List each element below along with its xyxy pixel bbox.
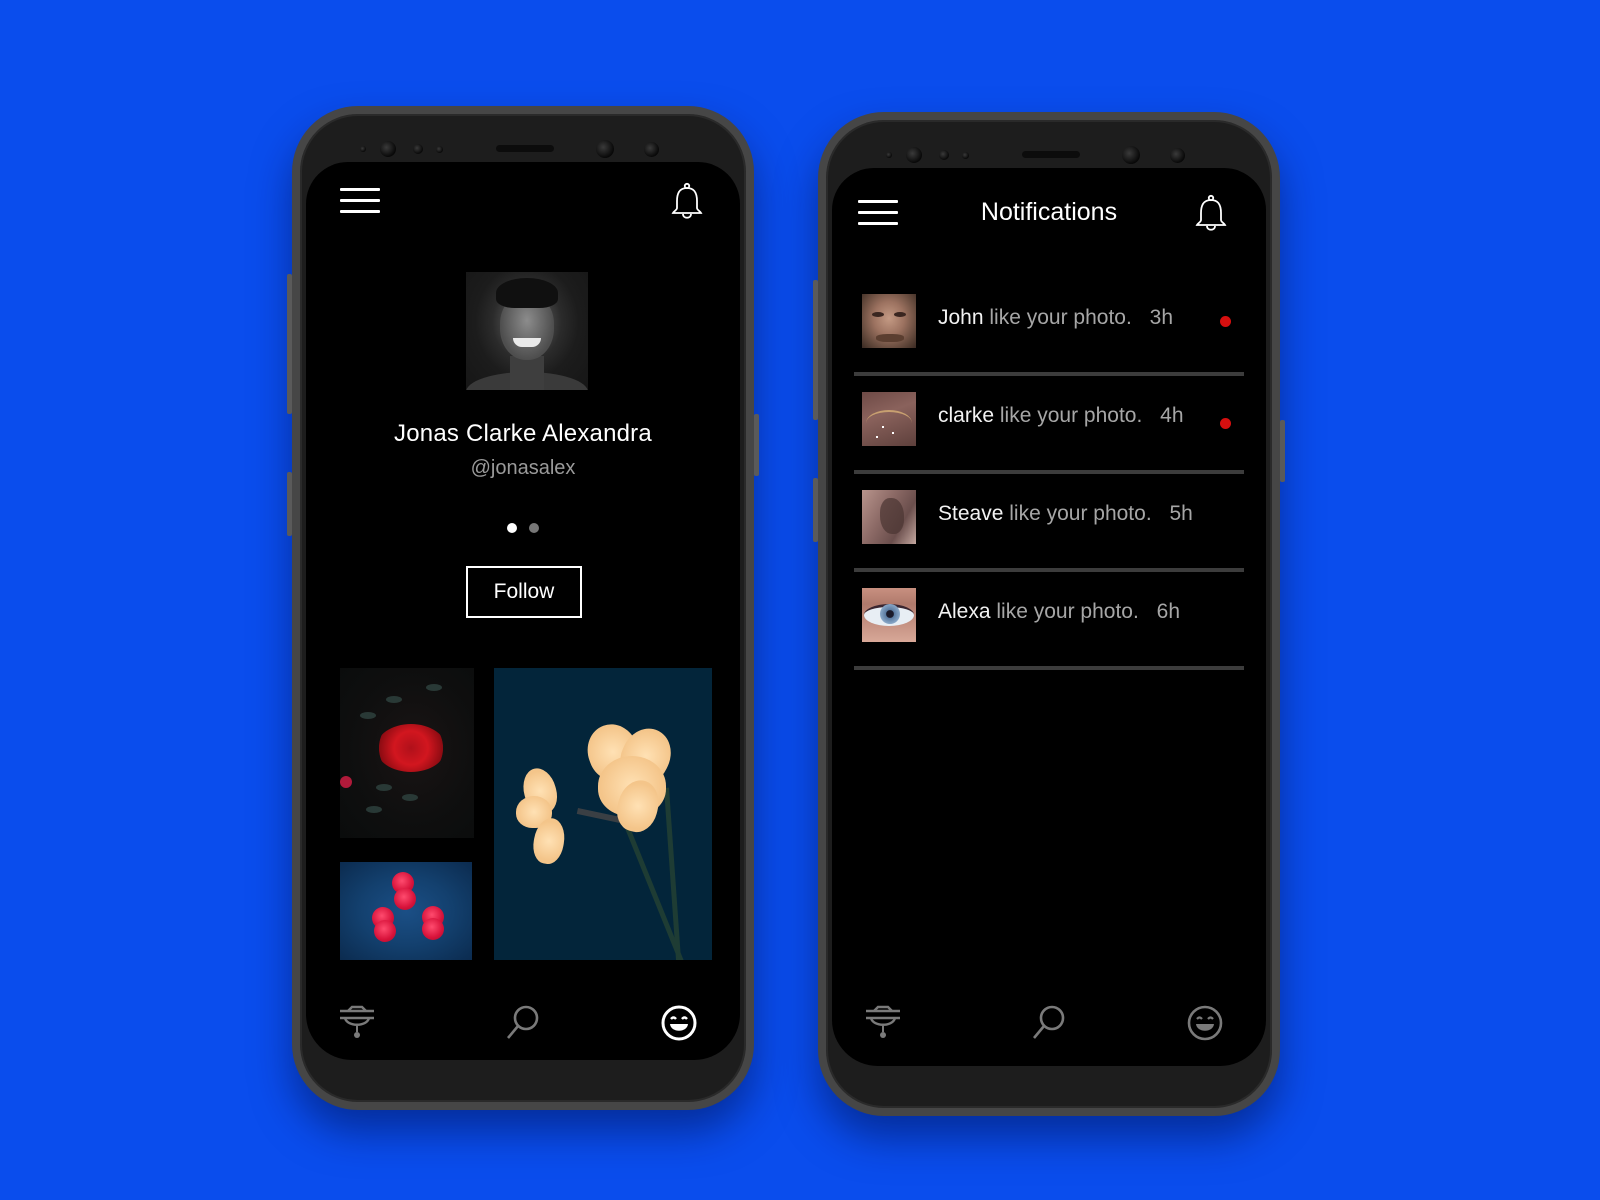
search-icon[interactable]: [1028, 1002, 1070, 1044]
notifications-screen: Notifications John like your photo. 3h c…: [832, 168, 1266, 1066]
sensor-dot: [436, 146, 443, 153]
notification-time: 4h: [1160, 404, 1184, 427]
gallery-photo-boutonnieres[interactable]: [340, 862, 472, 960]
front-camera: [380, 141, 396, 157]
follow-button[interactable]: Follow: [466, 566, 582, 618]
phone-volume-button: [287, 274, 292, 414]
notification-time: 3h: [1149, 306, 1174, 329]
unread-indicator: [1220, 418, 1231, 429]
bottom-navigation: [832, 1000, 1266, 1060]
user-avatar[interactable]: [862, 294, 916, 348]
carousel-dot-active[interactable]: [507, 523, 517, 533]
user-avatar[interactable]: [862, 392, 916, 446]
carousel-dot[interactable]: [529, 523, 539, 533]
notification-text: clarke like your photo. 4h: [938, 404, 1184, 428]
phone-volume-button: [813, 280, 818, 420]
notification-user[interactable]: John: [938, 306, 984, 329]
lamp-icon[interactable]: [336, 1002, 378, 1044]
search-icon[interactable]: [502, 1002, 544, 1044]
bell-icon[interactable]: [670, 182, 704, 222]
smiley-icon[interactable]: [1184, 1002, 1226, 1044]
iris-scanner: [596, 140, 614, 158]
bottom-navigation: [306, 994, 740, 1054]
notification-item[interactable]: clarke like your photo. 4h: [854, 376, 1244, 474]
notification-action: like your photo.: [999, 404, 1143, 427]
notification-time: 5h: [1169, 502, 1193, 525]
phone-notifications: Notifications John like your photo. 3h c…: [813, 112, 1285, 1116]
phone-bixby-button: [813, 478, 818, 542]
profile-avatar[interactable]: [466, 272, 588, 390]
notification-item[interactable]: Steave like your photo. 5h: [854, 474, 1244, 572]
carousel-indicator: [306, 520, 740, 538]
notification-item[interactable]: John like your photo. 3h: [854, 278, 1244, 376]
notification-text: Alexa like your photo. 6h: [938, 600, 1180, 624]
earpiece-speaker: [1022, 151, 1080, 158]
notification-action: like your photo.: [989, 306, 1132, 329]
notification-user[interactable]: Alexa: [938, 600, 991, 623]
phone-top-sensors: [826, 144, 1272, 164]
notification-text: Steave like your photo. 5h: [938, 502, 1193, 526]
phone-profile: Jonas Clarke Alexandra @jonasalex Follow: [287, 106, 759, 1110]
profile-name: Jonas Clarke Alexandra: [394, 420, 652, 447]
sensor-dot: [413, 144, 423, 154]
sensor-dot: [962, 152, 969, 159]
phone-power-button: [1280, 420, 1285, 482]
front-camera: [906, 147, 922, 163]
notification-list: John like your photo. 3h clarke like you…: [854, 278, 1244, 670]
proximity-sensor: [644, 142, 659, 157]
notification-item[interactable]: Alexa like your photo. 6h: [854, 572, 1244, 670]
iris-scanner: [1122, 146, 1140, 164]
lamp-icon[interactable]: [862, 1002, 904, 1044]
notification-text: John like your photo. 3h: [938, 306, 1173, 330]
notification-action: like your photo.: [996, 600, 1139, 623]
sensor-dot: [886, 152, 892, 158]
proximity-sensor: [1170, 148, 1185, 163]
notification-time: 6h: [1156, 600, 1180, 623]
gallery-photo-rose[interactable]: [340, 668, 474, 838]
profile-handle: @jonasalex: [470, 457, 576, 479]
bell-icon[interactable]: [1194, 194, 1228, 234]
smiley-icon[interactable]: [658, 1002, 700, 1044]
user-avatar[interactable]: [862, 588, 916, 642]
earpiece-speaker: [496, 145, 554, 152]
notification-user[interactable]: Steave: [938, 502, 1003, 525]
phone-bixby-button: [287, 472, 292, 536]
unread-indicator: [1220, 316, 1231, 327]
phone-top-sensors: [300, 138, 746, 158]
user-avatar[interactable]: [862, 490, 916, 544]
notification-action: like your photo.: [1009, 502, 1152, 525]
notification-user[interactable]: clarke: [938, 404, 994, 427]
gallery-photo-daffodils[interactable]: [494, 668, 712, 960]
profile-screen: Jonas Clarke Alexandra @jonasalex Follow: [306, 162, 740, 1060]
sensor-dot: [360, 146, 366, 152]
hamburger-menu-icon[interactable]: [340, 186, 380, 216]
sensor-dot: [939, 150, 949, 160]
phone-power-button: [754, 414, 759, 476]
